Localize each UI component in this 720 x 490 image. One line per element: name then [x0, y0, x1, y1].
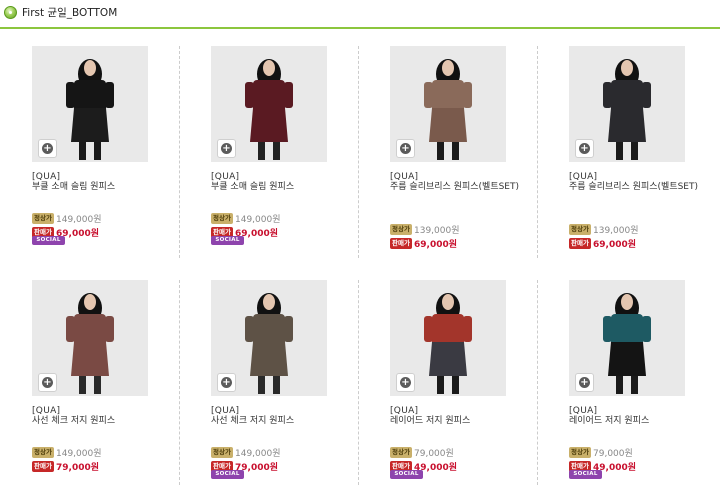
section-title: First 균일_BOTTOM	[22, 7, 118, 19]
product-brand: [QUA]	[32, 172, 61, 182]
sale-price: 69,000원	[593, 240, 637, 250]
product-brand: [QUA]	[211, 172, 240, 182]
product-photo[interactable]: +	[390, 46, 506, 162]
regular-price-row: 정상가 149,000원	[211, 208, 361, 225]
green-bullet-icon	[4, 6, 17, 19]
product-name[interactable]: 부클 소매 슬림 원피스	[32, 182, 182, 193]
sale-price-row: 판매가 69,000원	[569, 233, 719, 250]
product-brand: [QUA]	[32, 406, 61, 416]
product-brand: [QUA]	[569, 406, 598, 416]
regular-price-row: 정상가 139,000원	[390, 219, 540, 236]
plus-icon: +	[400, 143, 411, 154]
plus-icon: +	[42, 143, 53, 154]
product-card[interactable]: + [QUA] 레이어드 저지 원피스정상가 79,000원 판매가 49,000원 SOC…	[390, 280, 540, 490]
product-name[interactable]: 레이어드 저지 원피스	[390, 416, 540, 427]
product-photo[interactable]: +	[32, 280, 148, 396]
header-divider	[0, 27, 720, 29]
sale-price-row: 판매가 49,000원	[390, 456, 540, 473]
sale-price-tag: 판매가	[32, 461, 54, 472]
regular-price-row: 정상가 79,000원	[569, 442, 719, 459]
plus-icon: +	[221, 377, 232, 388]
regular-price-row: 정상가 79,000원	[390, 442, 540, 459]
sale-price-row: 판매가 69,000원	[32, 222, 182, 239]
product-card[interactable]: + [QUA] 사선 체크 저지 원피스 정상가 149,000원 판매가 79,000원	[32, 280, 182, 490]
zoom-button[interactable]: +	[217, 373, 236, 392]
social-badge: SOCIAL	[569, 470, 602, 479]
sale-price-tag: 판매가	[569, 238, 591, 249]
regular-price-row: 정상가 149,000원	[32, 208, 182, 225]
regular-price-row: 정상가 139,000원	[569, 219, 719, 236]
sale-price-row: 판매가 79,000원	[211, 456, 361, 473]
product-name[interactable]: 부클 소매 슬림 원피스	[211, 182, 361, 193]
product-photo[interactable]: +	[569, 280, 685, 396]
sale-price-tag: 판매가	[390, 238, 412, 249]
plus-icon: +	[400, 377, 411, 388]
zoom-button[interactable]: +	[38, 373, 57, 392]
product-name[interactable]: 사선 체크 저지 원피스	[211, 416, 361, 427]
plus-icon: +	[579, 143, 590, 154]
zoom-button[interactable]: +	[575, 373, 594, 392]
product-photo[interactable]: +	[390, 280, 506, 396]
product-photo[interactable]: +	[211, 46, 327, 162]
product-name[interactable]: 주름 슬리브리스 원피스(벨트SET)	[390, 182, 540, 193]
regular-price-row: 정상가 149,000원	[32, 442, 182, 459]
sale-price-row: 판매가 69,000원	[390, 233, 540, 250]
product-name[interactable]: 사선 체크 저지 원피스	[32, 416, 182, 427]
product-name[interactable]: 주름 슬리브리스 원피스(벨트SET)	[569, 182, 719, 193]
section-header: First 균일_BOTTOM	[0, 0, 720, 30]
product-brand: [QUA]	[211, 406, 240, 416]
social-badge: SOCIAL	[390, 470, 423, 479]
product-card[interactable]: + [QUA] 사선 체크 저지 원피스정상가 149,000원 판매가 79,000원 S…	[211, 280, 361, 490]
zoom-button[interactable]: +	[217, 139, 236, 158]
sale-price-row: 판매가 49,000원	[569, 456, 719, 473]
social-badge: SOCIAL	[211, 236, 244, 245]
zoom-button[interactable]: +	[38, 139, 57, 158]
product-photo[interactable]: +	[569, 46, 685, 162]
zoom-button[interactable]: +	[575, 139, 594, 158]
product-card[interactable]: + [QUA] 레이어드 저지 원피스정상가 79,000원 판매가 49,000원 SOC…	[569, 280, 719, 490]
regular-price-row: 정상가 149,000원	[211, 442, 361, 459]
plus-icon: +	[579, 377, 590, 388]
product-brand: [QUA]	[390, 406, 419, 416]
product-card[interactable]: + [QUA] 부클 소매 슬림 원피스정상가 149,000원 판매가 69,000원 S…	[211, 46, 361, 276]
social-badge: SOCIAL	[211, 470, 244, 479]
product-card[interactable]: + [QUA] 주름 슬리브리스 원피스(벨트SET) 정상가 139,000원 판매가 6…	[569, 46, 719, 276]
product-photo[interactable]: +	[32, 46, 148, 162]
plus-icon: +	[221, 143, 232, 154]
product-brand: [QUA]	[390, 172, 419, 182]
product-name[interactable]: 레이어드 저지 원피스	[569, 416, 719, 427]
sale-price-row: 판매가 69,000원	[211, 222, 361, 239]
plus-icon: +	[42, 377, 53, 388]
sale-price: 69,000원	[414, 240, 458, 250]
sale-price: 79,000원	[56, 463, 100, 473]
product-photo[interactable]: +	[211, 280, 327, 396]
product-card[interactable]: + [QUA] 부클 소매 슬림 원피스정상가 149,000원 판매가 69,000원 S…	[32, 46, 182, 276]
product-brand: [QUA]	[569, 172, 598, 182]
product-card[interactable]: + [QUA] 주름 슬리브리스 원피스(벨트SET) 정상가 139,000원 판매가 6…	[390, 46, 540, 276]
social-badge: SOCIAL	[32, 236, 65, 245]
zoom-button[interactable]: +	[396, 373, 415, 392]
zoom-button[interactable]: +	[396, 139, 415, 158]
sale-price-row: 판매가 79,000원	[32, 456, 182, 473]
